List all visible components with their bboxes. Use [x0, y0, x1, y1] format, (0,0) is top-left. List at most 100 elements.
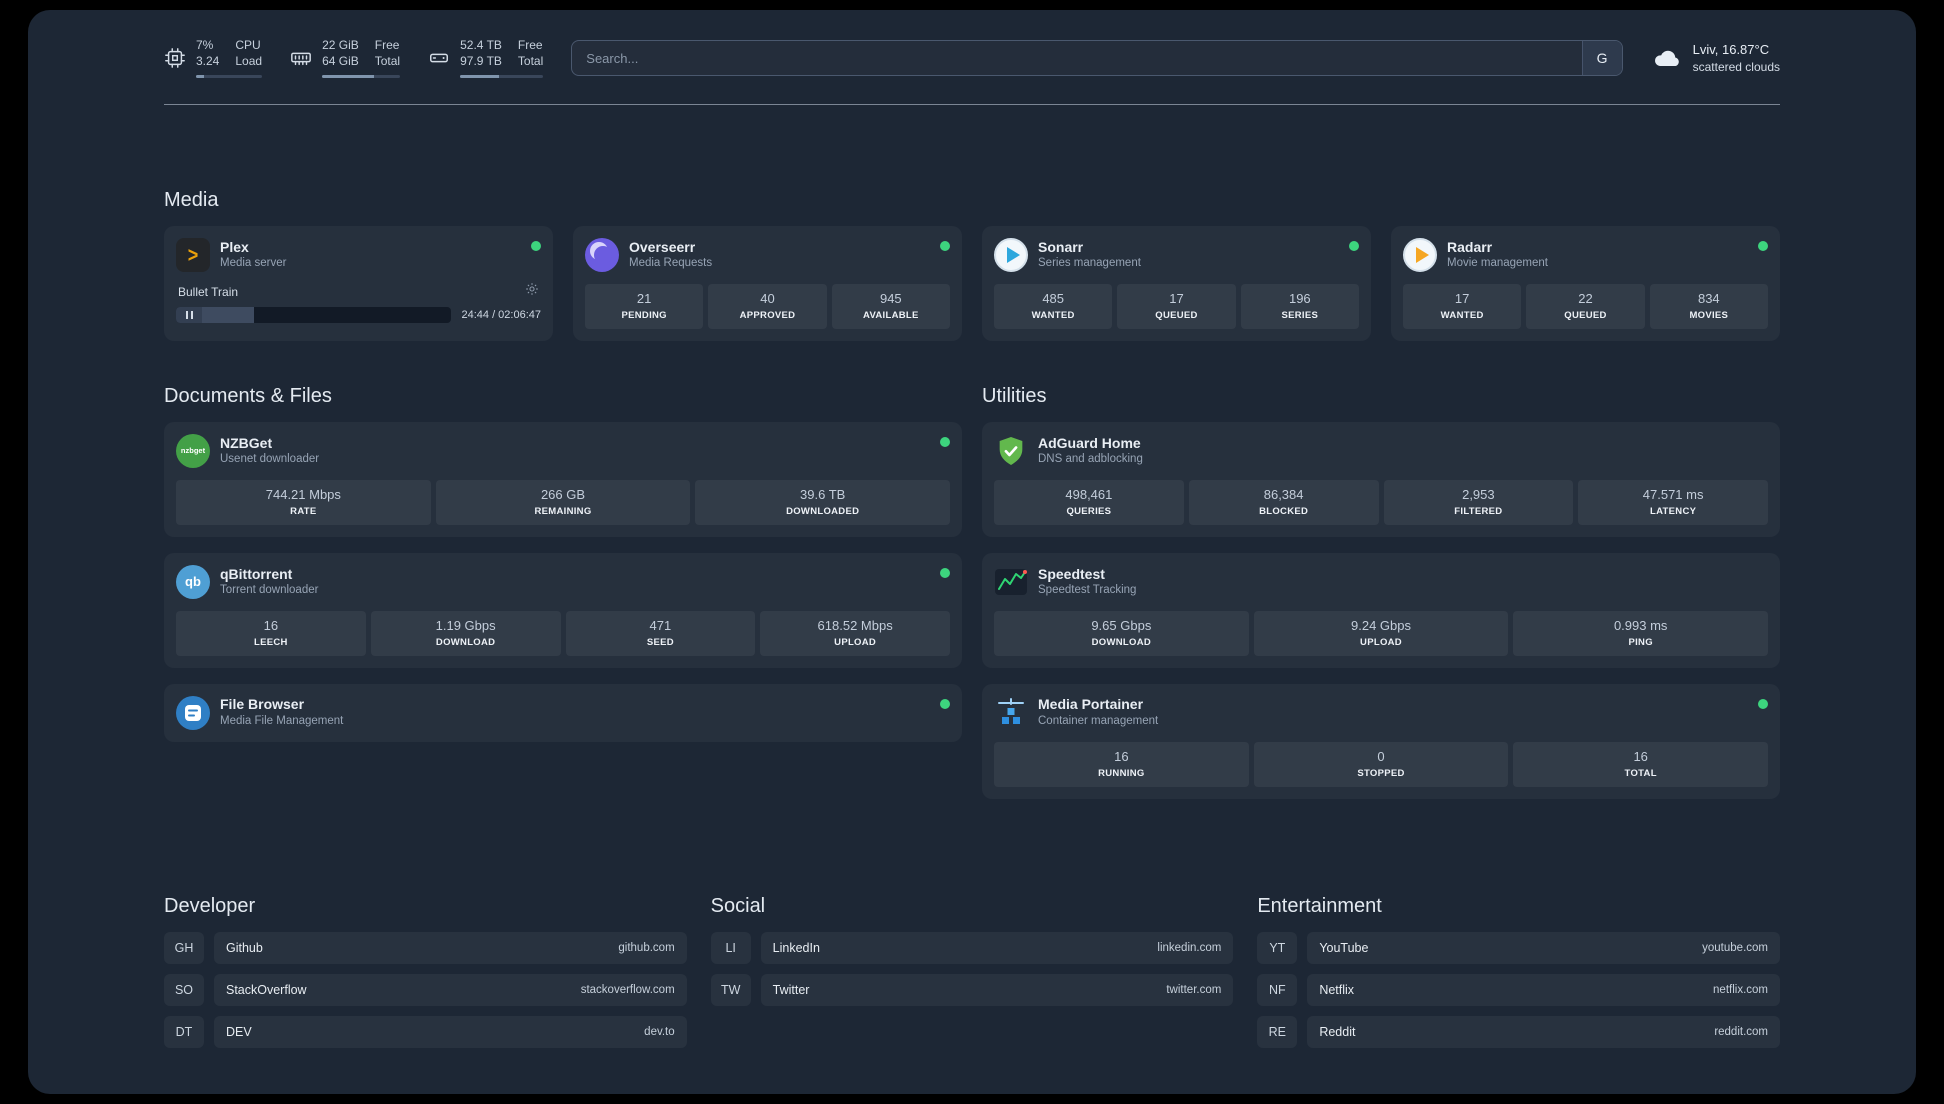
bookmark-name: Github — [226, 940, 263, 955]
service-card-filebrowser[interactable]: File Browser Media File Management — [164, 683, 962, 742]
bookmarks: Developer GH Github github.com SO StackOv… — [164, 895, 1780, 1048]
bookmark-url: netflix.com — [1713, 983, 1768, 996]
status-dot — [531, 241, 541, 251]
bookmark-abbr: SO — [164, 973, 204, 1006]
bookmark-group-developer: Developer GH Github github.com SO StackOv… — [164, 895, 687, 1048]
bookmark-twitter[interactable]: TW Twitter twitter.com — [710, 973, 1234, 1006]
bookmark-group-title: Entertainment — [1257, 894, 1382, 917]
stat-filtered: 2,953 FILTERED — [1383, 479, 1574, 525]
bookmark-netflix[interactable]: NF Netflix netflix.com — [1257, 973, 1780, 1006]
stat-queries: 498,461 QUERIES — [994, 479, 1184, 525]
speedtest-graph-icon — [995, 568, 1027, 595]
service-name: Speedtest — [1038, 565, 1105, 582]
stat-upload: 9.24 Gbps UPLOAD — [1253, 610, 1509, 656]
bookmark-abbr: TW — [710, 973, 751, 1006]
service-description: Series management — [1038, 257, 1141, 270]
service-name: Radarr — [1447, 238, 1493, 255]
stat-rate: 744.21 Mbps RATE — [176, 479, 431, 525]
service-name: Plex — [220, 238, 249, 255]
stat-download: 1.19 Gbps DOWNLOAD — [370, 610, 561, 656]
cpu-usage-bar — [196, 74, 263, 78]
weather-condition: scattered clouds — [1692, 59, 1780, 74]
plex-now-playing: Bullet Train 24:44 / 02:06:47 — [176, 280, 541, 323]
bookmark-group-social: Social LI LinkedIn linkedin.com TW Twitte… — [710, 895, 1234, 1048]
stat-latency: 47.571 ms LATENCY — [1578, 479, 1768, 525]
section-media: Media > Plex Media server Bullet Train 2… — [164, 189, 1780, 341]
settings-gear-icon[interactable] — [525, 282, 539, 301]
status-dot — [940, 567, 950, 578]
section-title-utilities: Utilities — [982, 384, 1047, 407]
status-dot — [1349, 241, 1359, 251]
memory-icon — [291, 52, 311, 66]
status-dot — [940, 436, 950, 447]
search-bar: G — [571, 40, 1623, 76]
search-input[interactable] — [571, 40, 1623, 76]
bookmark-linkedin[interactable]: LI LinkedIn linkedin.com — [710, 931, 1234, 964]
service-card-plex[interactable]: > Plex Media server Bullet Train 24:44 /… — [164, 226, 553, 341]
cloud-icon — [1654, 50, 1679, 66]
playback-time: 24:44 / 02:06:47 — [461, 309, 541, 321]
service-card-speedtest[interactable]: Speedtest Speedtest Tracking 9.65 Gbps DO… — [982, 552, 1780, 668]
bookmark-abbr: RE — [1257, 1015, 1298, 1048]
stat-total: 16 TOTAL — [1513, 741, 1769, 787]
stat-blocked: 86,384 BLOCKED — [1188, 479, 1379, 525]
stat-queued: 17 QUEUED — [1117, 284, 1236, 329]
stat-available: 945 AVAILABLE — [831, 284, 950, 329]
resource-widgets: 7% 3.24 CPU Load 22 GiB 64 GiB Free Tota… — [164, 38, 544, 78]
service-description: Usenet downloader — [220, 453, 320, 466]
stat-wanted: 17 WANTED — [1403, 284, 1522, 329]
topbar: 7% 3.24 CPU Load 22 GiB 64 GiB Free Tota… — [164, 36, 1780, 80]
service-card-radarr[interactable]: Radarr Movie management 17 WANTED 22 QUEUE… — [1391, 226, 1780, 341]
weather-widget[interactable]: Lviv, 16.87°C scattered clouds — [1651, 41, 1780, 75]
bookmark-name: LinkedIn — [772, 940, 820, 955]
service-description: Speedtest Tracking — [1038, 584, 1137, 597]
service-name: qBittorrent — [220, 565, 293, 582]
bookmark-stackoverflow[interactable]: SO StackOverflow stackoverflow.com — [164, 973, 687, 1006]
google-search-provider-button[interactable]: G — [1581, 41, 1622, 75]
bookmark-url: twitter.com — [1166, 983, 1222, 996]
bookmark-abbr: GH — [164, 931, 204, 964]
stat-seed: 471 SEED — [565, 610, 756, 656]
topbar-divider — [164, 104, 1780, 105]
section-documents-files: Documents & Files nzbget NZBGet Usenet d… — [164, 385, 962, 799]
pause-icon[interactable] — [176, 307, 202, 323]
now-playing-title: Bullet Train — [178, 284, 239, 299]
service-card-sonarr[interactable]: Sonarr Series management 485 WANTED 17 QUE… — [982, 226, 1371, 341]
service-card-qbittorrent[interactable]: qb qBittorrent Torrent downloader 16 LEEC… — [164, 552, 962, 668]
bookmark-abbr: NF — [1257, 973, 1298, 1006]
bookmark-group-entertainment: Entertainment YT YouTube youtube.com NF N… — [1257, 895, 1780, 1048]
bookmark-url: reddit.com — [1714, 1025, 1768, 1038]
bookmark-url: linkedin.com — [1157, 941, 1222, 954]
cpu-labels: CPU Load — [235, 38, 263, 68]
playback-progress-bar[interactable] — [176, 307, 452, 323]
bookmark-dev[interactable]: DT DEV dev.to — [164, 1015, 687, 1048]
service-description: Media server — [220, 257, 287, 270]
service-card-nzbget[interactable]: nzbget NZBGet Usenet downloader 744.21 M… — [164, 421, 962, 537]
service-name: Overseerr — [629, 238, 696, 255]
bookmark-name: YouTube — [1319, 940, 1369, 955]
bookmark-url: youtube.com — [1702, 941, 1768, 954]
memory-resource-widget: 22 GiB 64 GiB Free Total — [290, 38, 401, 78]
dashboard: 7% 3.24 CPU Load 22 GiB 64 GiB Free Tota… — [28, 10, 1916, 1094]
bookmark-abbr: DT — [164, 1015, 204, 1048]
service-description: Movie management — [1447, 257, 1548, 270]
bookmark-youtube[interactable]: YT YouTube youtube.com — [1257, 931, 1780, 964]
bookmark-reddit[interactable]: RE Reddit reddit.com — [1257, 1015, 1780, 1048]
bookmark-name: Twitter — [772, 982, 810, 997]
service-name: NZBGet — [220, 434, 273, 451]
service-card-adguard[interactable]: AdGuard Home DNS and adblocking 498,461 Q… — [982, 421, 1780, 537]
service-card-overseerr[interactable]: Overseerr Media Requests 21 PENDING 40 APP… — [573, 226, 962, 341]
stat-upload: 618.52 Mbps UPLOAD — [760, 610, 950, 656]
portainer-icon — [998, 697, 1024, 724]
bookmark-url: github.com — [618, 941, 675, 954]
weather-location: Lviv, 16.87°C — [1692, 42, 1770, 58]
service-description: Container management — [1038, 714, 1159, 727]
stat-movies: 834 MOVIES — [1649, 284, 1768, 329]
bookmark-github[interactable]: GH Github github.com — [164, 931, 687, 964]
bookmark-url: stackoverflow.com — [580, 983, 675, 996]
stat-download: 9.65 Gbps DOWNLOAD — [994, 610, 1249, 656]
service-card-portainer[interactable]: Media Portainer Container management 16 R… — [982, 683, 1780, 799]
adguard-shield-icon — [999, 436, 1023, 465]
plex-icon: > — [176, 238, 210, 272]
sonarr-icon — [994, 238, 1028, 272]
